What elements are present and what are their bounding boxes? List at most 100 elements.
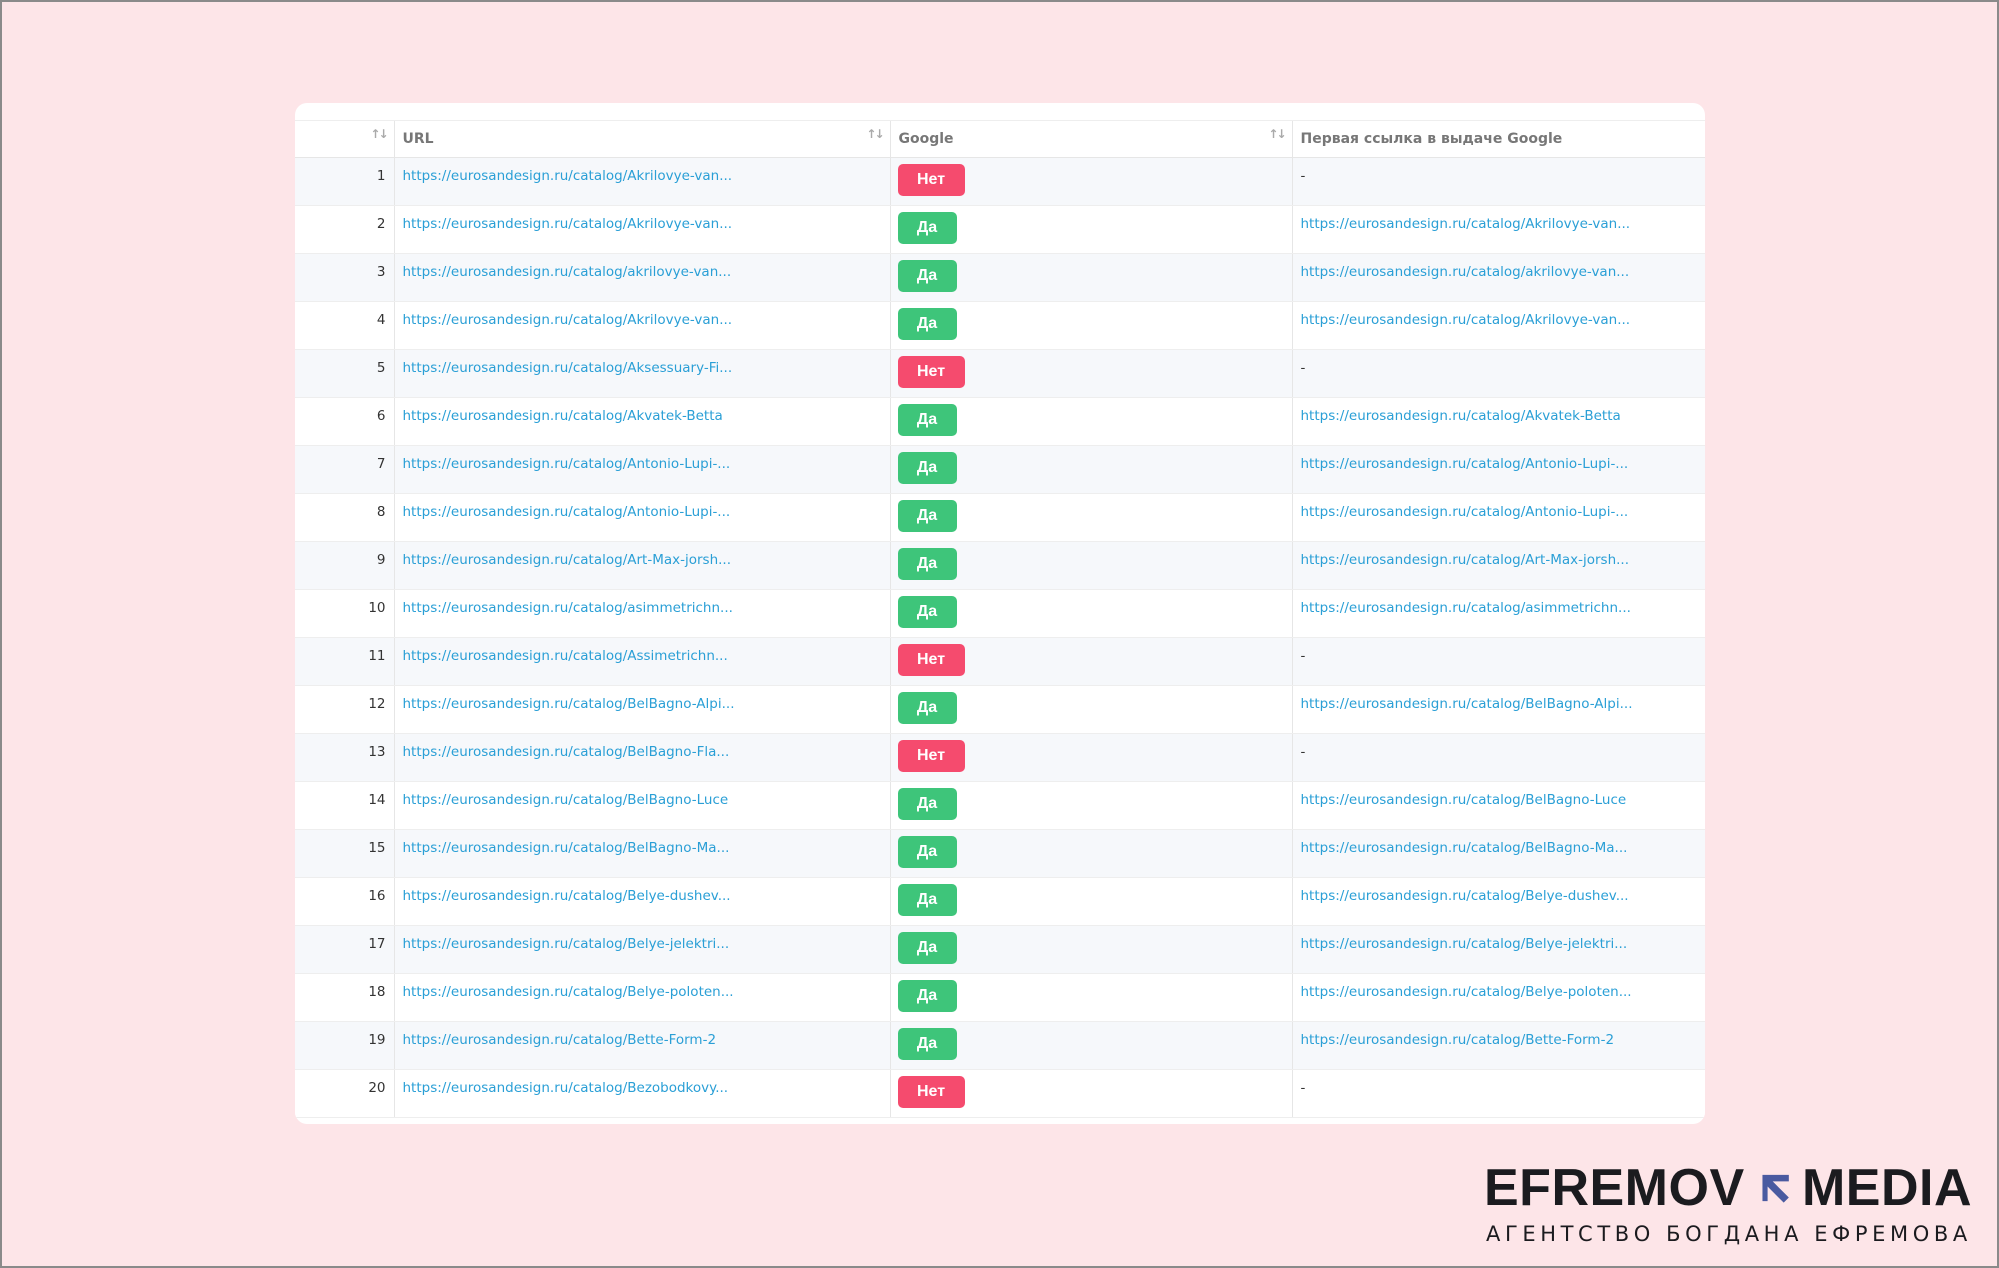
url-link[interactable]: https://eurosandesign.ru/catalog/Akrilov… <box>403 216 733 232</box>
url-link[interactable]: https://eurosandesign.ru/catalog/Art-Max… <box>403 552 732 568</box>
status-badge-yes: Да <box>897 980 957 1012</box>
url-link[interactable]: https://eurosandesign.ru/catalog/Aksessu… <box>403 360 733 376</box>
url-link[interactable]: https://eurosandesign.ru/catalog/BelBagn… <box>403 744 730 760</box>
sort-arrows-icon[interactable]: ↑↓ <box>1268 127 1286 141</box>
first-result-link[interactable]: https://eurosandesign.ru/catalog/Antonio… <box>1301 504 1629 520</box>
url-cell: https://eurosandesign.ru/catalog/Akvatek… <box>393 397 890 446</box>
results-table-card: ↑↓ URL ↑↓ Google ↑↓ Первая ссылка в выда… <box>295 103 1705 1124</box>
sort-arrows-icon[interactable]: ↑↓ <box>866 127 884 141</box>
first-result-link[interactable]: https://eurosandesign.ru/catalog/Belye-j… <box>1301 936 1628 952</box>
first-link-cell: https://eurosandesign.ru/catalog/Belye-j… <box>1291 925 1705 974</box>
empty-value: - <box>1300 648 1306 664</box>
url-link[interactable]: https://eurosandesign.ru/catalog/BelBagn… <box>403 840 730 856</box>
url-cell: https://eurosandesign.ru/catalog/BelBagn… <box>393 733 890 782</box>
status-badge-yes: Да <box>897 212 957 244</box>
status-badge-yes: Да <box>897 836 957 868</box>
table-row: 4 https://eurosandesign.ru/catalog/Akrilo… <box>295 301 1705 350</box>
url-cell: https://eurosandesign.ru/catalog/Aksessu… <box>393 349 890 398</box>
table-row: 5 https://eurosandesign.ru/catalog/Aksess… <box>295 349 1705 398</box>
row-number: 11 <box>295 637 394 686</box>
google-status-cell: Да <box>889 541 1292 590</box>
first-link-cell: - <box>1291 349 1705 398</box>
url-link[interactable]: https://eurosandesign.ru/catalog/Antonio… <box>403 504 731 520</box>
first-result-link[interactable]: https://eurosandesign.ru/catalog/Art-Max… <box>1301 552 1630 568</box>
row-number: 18 <box>295 973 394 1022</box>
table-row: 11 https://eurosandesign.ru/catalog/Assim… <box>295 637 1705 686</box>
google-status-cell: Да <box>889 205 1292 254</box>
first-result-link[interactable]: https://eurosandesign.ru/catalog/akrilov… <box>1301 264 1630 280</box>
url-link[interactable]: https://eurosandesign.ru/catalog/asimmet… <box>403 600 733 616</box>
url-cell: https://eurosandesign.ru/catalog/Antonio… <box>393 493 890 542</box>
table-row: 10 https://eurosandesign.ru/catalog/asimm… <box>295 589 1705 638</box>
url-link[interactable]: https://eurosandesign.ru/catalog/Bette-F… <box>403 1032 717 1048</box>
first-result-link[interactable]: https://eurosandesign.ru/catalog/Akrilov… <box>1301 216 1631 232</box>
url-link[interactable]: https://eurosandesign.ru/catalog/Akvatek… <box>403 408 723 424</box>
column-header-url[interactable]: URL ↑↓ <box>393 120 890 158</box>
status-badge-no: Нет <box>897 164 965 196</box>
row-number: 20 <box>295 1069 394 1118</box>
results-table: ↑↓ URL ↑↓ Google ↑↓ Первая ссылка в выда… <box>295 120 1705 1118</box>
first-link-cell: https://eurosandesign.ru/catalog/BelBagn… <box>1291 781 1705 830</box>
first-result-link[interactable]: https://eurosandesign.ru/catalog/BelBagn… <box>1301 792 1627 808</box>
first-link-cell: https://eurosandesign.ru/catalog/Akrilov… <box>1291 301 1705 350</box>
table-row: 2 https://eurosandesign.ru/catalog/Akrilo… <box>295 205 1705 254</box>
url-cell: https://eurosandesign.ru/catalog/Bezobod… <box>393 1069 890 1118</box>
google-status-cell: Да <box>889 397 1292 446</box>
table-header-row: ↑↓ URL ↑↓ Google ↑↓ Первая ссылка в выда… <box>295 120 1705 158</box>
google-status-cell: Да <box>889 877 1292 926</box>
url-link[interactable]: https://eurosandesign.ru/catalog/Antonio… <box>403 456 731 472</box>
google-status-cell: Да <box>889 685 1292 734</box>
google-status-cell: Да <box>889 1021 1292 1070</box>
url-link[interactable]: https://eurosandesign.ru/catalog/Belye-j… <box>403 936 730 952</box>
row-number: 10 <box>295 589 394 638</box>
column-header-google[interactable]: Google ↑↓ <box>889 120 1292 158</box>
first-link-cell: https://eurosandesign.ru/catalog/Art-Max… <box>1291 541 1705 590</box>
url-link[interactable]: https://eurosandesign.ru/catalog/akrilov… <box>403 264 732 280</box>
first-result-link[interactable]: https://eurosandesign.ru/catalog/Belye-d… <box>1301 888 1629 904</box>
first-link-cell: https://eurosandesign.ru/catalog/Belye-p… <box>1291 973 1705 1022</box>
row-number: 7 <box>295 445 394 494</box>
url-link[interactable]: https://eurosandesign.ru/catalog/BelBagn… <box>403 696 735 712</box>
url-link[interactable]: https://eurosandesign.ru/catalog/Assimet… <box>403 648 728 664</box>
url-link[interactable]: https://eurosandesign.ru/catalog/Akrilov… <box>403 312 733 328</box>
status-badge-yes: Да <box>897 260 957 292</box>
efremov-media-logo: EFREMOV MEDIA АГЕНТСТВО БОГДАНА ЕФРЕМОВА <box>1484 1160 1972 1246</box>
table-row: 16 https://eurosandesign.ru/catalog/Belye… <box>295 877 1705 926</box>
status-badge-yes: Да <box>897 548 957 580</box>
column-header-first-link[interactable]: Первая ссылка в выдаче Google <box>1291 120 1705 158</box>
url-link[interactable]: https://eurosandesign.ru/catalog/Bezobod… <box>403 1080 729 1096</box>
first-result-link[interactable]: https://eurosandesign.ru/catalog/Belye-p… <box>1301 984 1632 1000</box>
first-result-link[interactable]: https://eurosandesign.ru/catalog/Antonio… <box>1301 456 1629 472</box>
url-link[interactable]: https://eurosandesign.ru/catalog/BelBagn… <box>403 792 729 808</box>
first-link-cell: https://eurosandesign.ru/catalog/BelBagn… <box>1291 829 1705 878</box>
url-link[interactable]: https://eurosandesign.ru/catalog/Belye-d… <box>403 888 731 904</box>
url-cell: https://eurosandesign.ru/catalog/BelBagn… <box>393 829 890 878</box>
google-status-cell: Да <box>889 445 1292 494</box>
url-link[interactable]: https://eurosandesign.ru/catalog/Belye-p… <box>403 984 734 1000</box>
url-cell: https://eurosandesign.ru/catalog/Akrilov… <box>393 205 890 254</box>
table-row: 12 https://eurosandesign.ru/catalog/BelBa… <box>295 685 1705 734</box>
column-header-google-label: Google <box>898 131 954 147</box>
table-row: 6 https://eurosandesign.ru/catalog/Akvate… <box>295 397 1705 446</box>
first-link-cell: https://eurosandesign.ru/catalog/BelBagn… <box>1291 685 1705 734</box>
status-badge-yes: Да <box>897 452 957 484</box>
first-result-link[interactable]: https://eurosandesign.ru/catalog/BelBagn… <box>1301 696 1633 712</box>
column-header-number[interactable]: ↑↓ <box>295 120 394 158</box>
table-row: 17 https://eurosandesign.ru/catalog/Belye… <box>295 925 1705 974</box>
first-link-cell: https://eurosandesign.ru/catalog/Antonio… <box>1291 445 1705 494</box>
first-link-cell: - <box>1291 733 1705 782</box>
sort-arrows-icon[interactable]: ↑↓ <box>370 127 388 141</box>
google-status-cell: Да <box>889 301 1292 350</box>
status-badge-yes: Да <box>897 932 957 964</box>
first-result-link[interactable]: https://eurosandesign.ru/catalog/Akvatek… <box>1301 408 1621 424</box>
first-result-link[interactable]: https://eurosandesign.ru/catalog/Bette-F… <box>1301 1032 1615 1048</box>
first-result-link[interactable]: https://eurosandesign.ru/catalog/BelBagn… <box>1301 840 1628 856</box>
google-status-cell: Да <box>889 253 1292 302</box>
first-result-link[interactable]: https://eurosandesign.ru/catalog/Akrilov… <box>1301 312 1631 328</box>
url-link[interactable]: https://eurosandesign.ru/catalog/Akrilov… <box>403 168 733 184</box>
google-status-cell: Нет <box>889 637 1292 686</box>
first-result-link[interactable]: https://eurosandesign.ru/catalog/asimmet… <box>1301 600 1631 616</box>
google-status-cell: Нет <box>889 157 1292 206</box>
empty-value: - <box>1300 168 1306 184</box>
status-badge-no: Нет <box>897 1076 965 1108</box>
